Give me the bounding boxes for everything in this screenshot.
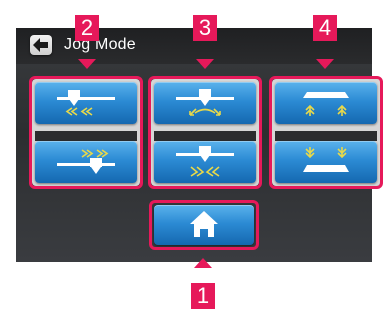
y-axis-highlight (148, 76, 262, 189)
z-axis-highlight (269, 76, 383, 189)
callout-3: 3 (193, 15, 217, 41)
callout-3-pointer (196, 59, 214, 69)
callout-4: 4 (313, 15, 337, 41)
x-axis-highlight (29, 76, 143, 189)
callout-2-pointer (78, 59, 96, 69)
callout-1: 1 (191, 283, 215, 309)
home-highlight (149, 200, 259, 250)
callout-2: 2 (75, 15, 99, 41)
callout-1-pointer (194, 258, 212, 268)
arrow-left-icon (33, 38, 48, 52)
back-button[interactable] (30, 35, 52, 55)
callout-4-pointer (316, 59, 334, 69)
